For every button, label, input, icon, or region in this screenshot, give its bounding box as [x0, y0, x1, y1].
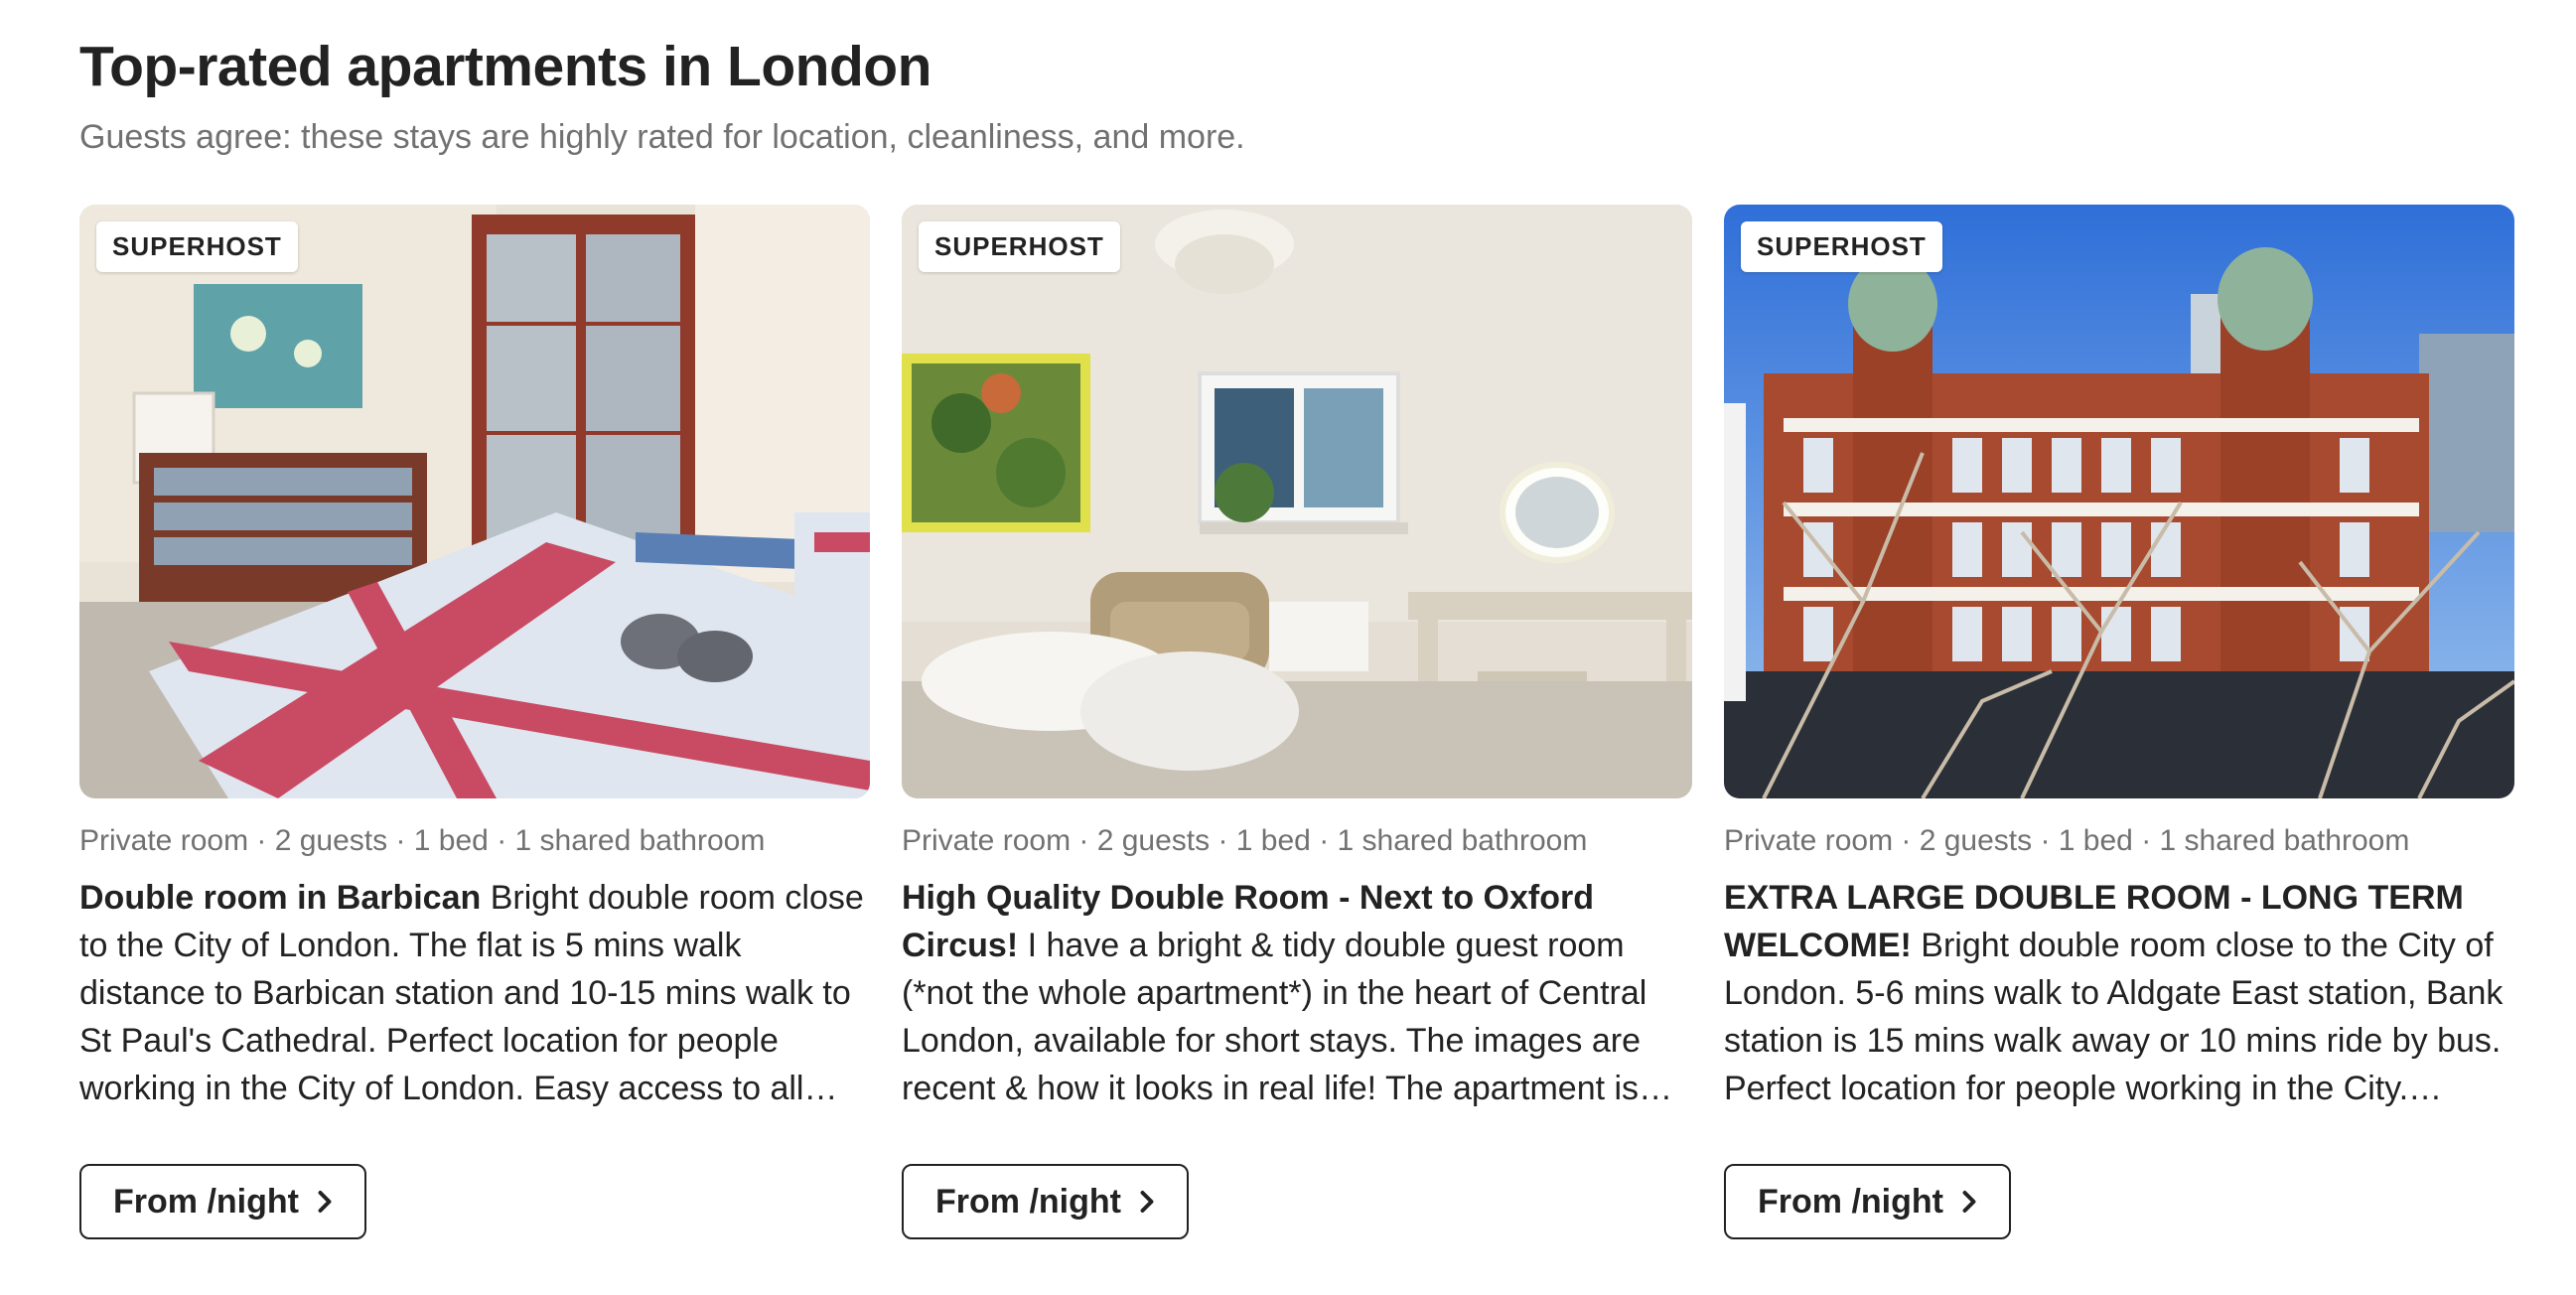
listing-description: EXTRA LARGE DOUBLE ROOM - LONG TERM WELC… [1724, 874, 2514, 1112]
section-subtitle: Guests agree: these stays are highly rat… [79, 118, 1245, 156]
listing-meta: Private room · 2 guests · 1 bed · 1 shar… [902, 824, 1588, 857]
listing-photo[interactable]: SUPERHOST [902, 205, 1692, 798]
listing-cards: SUPERHOST Private room · 2 guests · 1 be… [79, 205, 2514, 1239]
page: Top-rated apartments in London Guests ag… [0, 0, 2576, 1295]
listing-card[interactable]: SUPERHOST Private room · 2 guests · 1 be… [79, 205, 870, 1239]
superhost-badge: SUPERHOST [96, 221, 298, 272]
price-button[interactable]: From /night [79, 1164, 366, 1239]
listing-photo[interactable]: SUPERHOST [1724, 205, 2514, 798]
listing-description: Double room in Barbican Bright double ro… [79, 874, 870, 1112]
chevron-right-icon [318, 1191, 332, 1213]
price-button[interactable]: From /night [902, 1164, 1189, 1239]
listing-description-text: I have a bright & tidy double guest room… [902, 927, 1647, 1107]
price-button-label: From /night [1758, 1182, 1943, 1221]
listing-description: High Quality Double Room - Next to Oxfor… [902, 874, 1692, 1112]
listing-name: Double room in Barbican [79, 879, 482, 917]
price-button[interactable]: From /night [1724, 1164, 2011, 1239]
listing-photo[interactable]: SUPERHOST [79, 205, 870, 798]
listing-card[interactable]: SUPERHOST Private room · 2 guests · 1 be… [902, 205, 1692, 1239]
listing-card[interactable]: SUPERHOST Private room · 2 guests · 1 be… [1724, 205, 2514, 1239]
price-button-label: From /night [935, 1182, 1121, 1221]
chevron-right-icon [1140, 1191, 1154, 1213]
listing-meta: Private room · 2 guests · 1 bed · 1 shar… [79, 824, 766, 857]
chevron-right-icon [1962, 1191, 1976, 1213]
bedroom-chandelier-photo [902, 205, 1692, 798]
brick-building-view-photo [1724, 205, 2514, 798]
superhost-badge: SUPERHOST [1741, 221, 1942, 272]
superhost-badge: SUPERHOST [919, 221, 1120, 272]
bedroom-union-jack-photo [79, 205, 870, 798]
price-button-label: From /night [113, 1182, 299, 1221]
listing-meta: Private room · 2 guests · 1 bed · 1 shar… [1724, 824, 2410, 857]
section-title: Top-rated apartments in London [79, 35, 931, 98]
